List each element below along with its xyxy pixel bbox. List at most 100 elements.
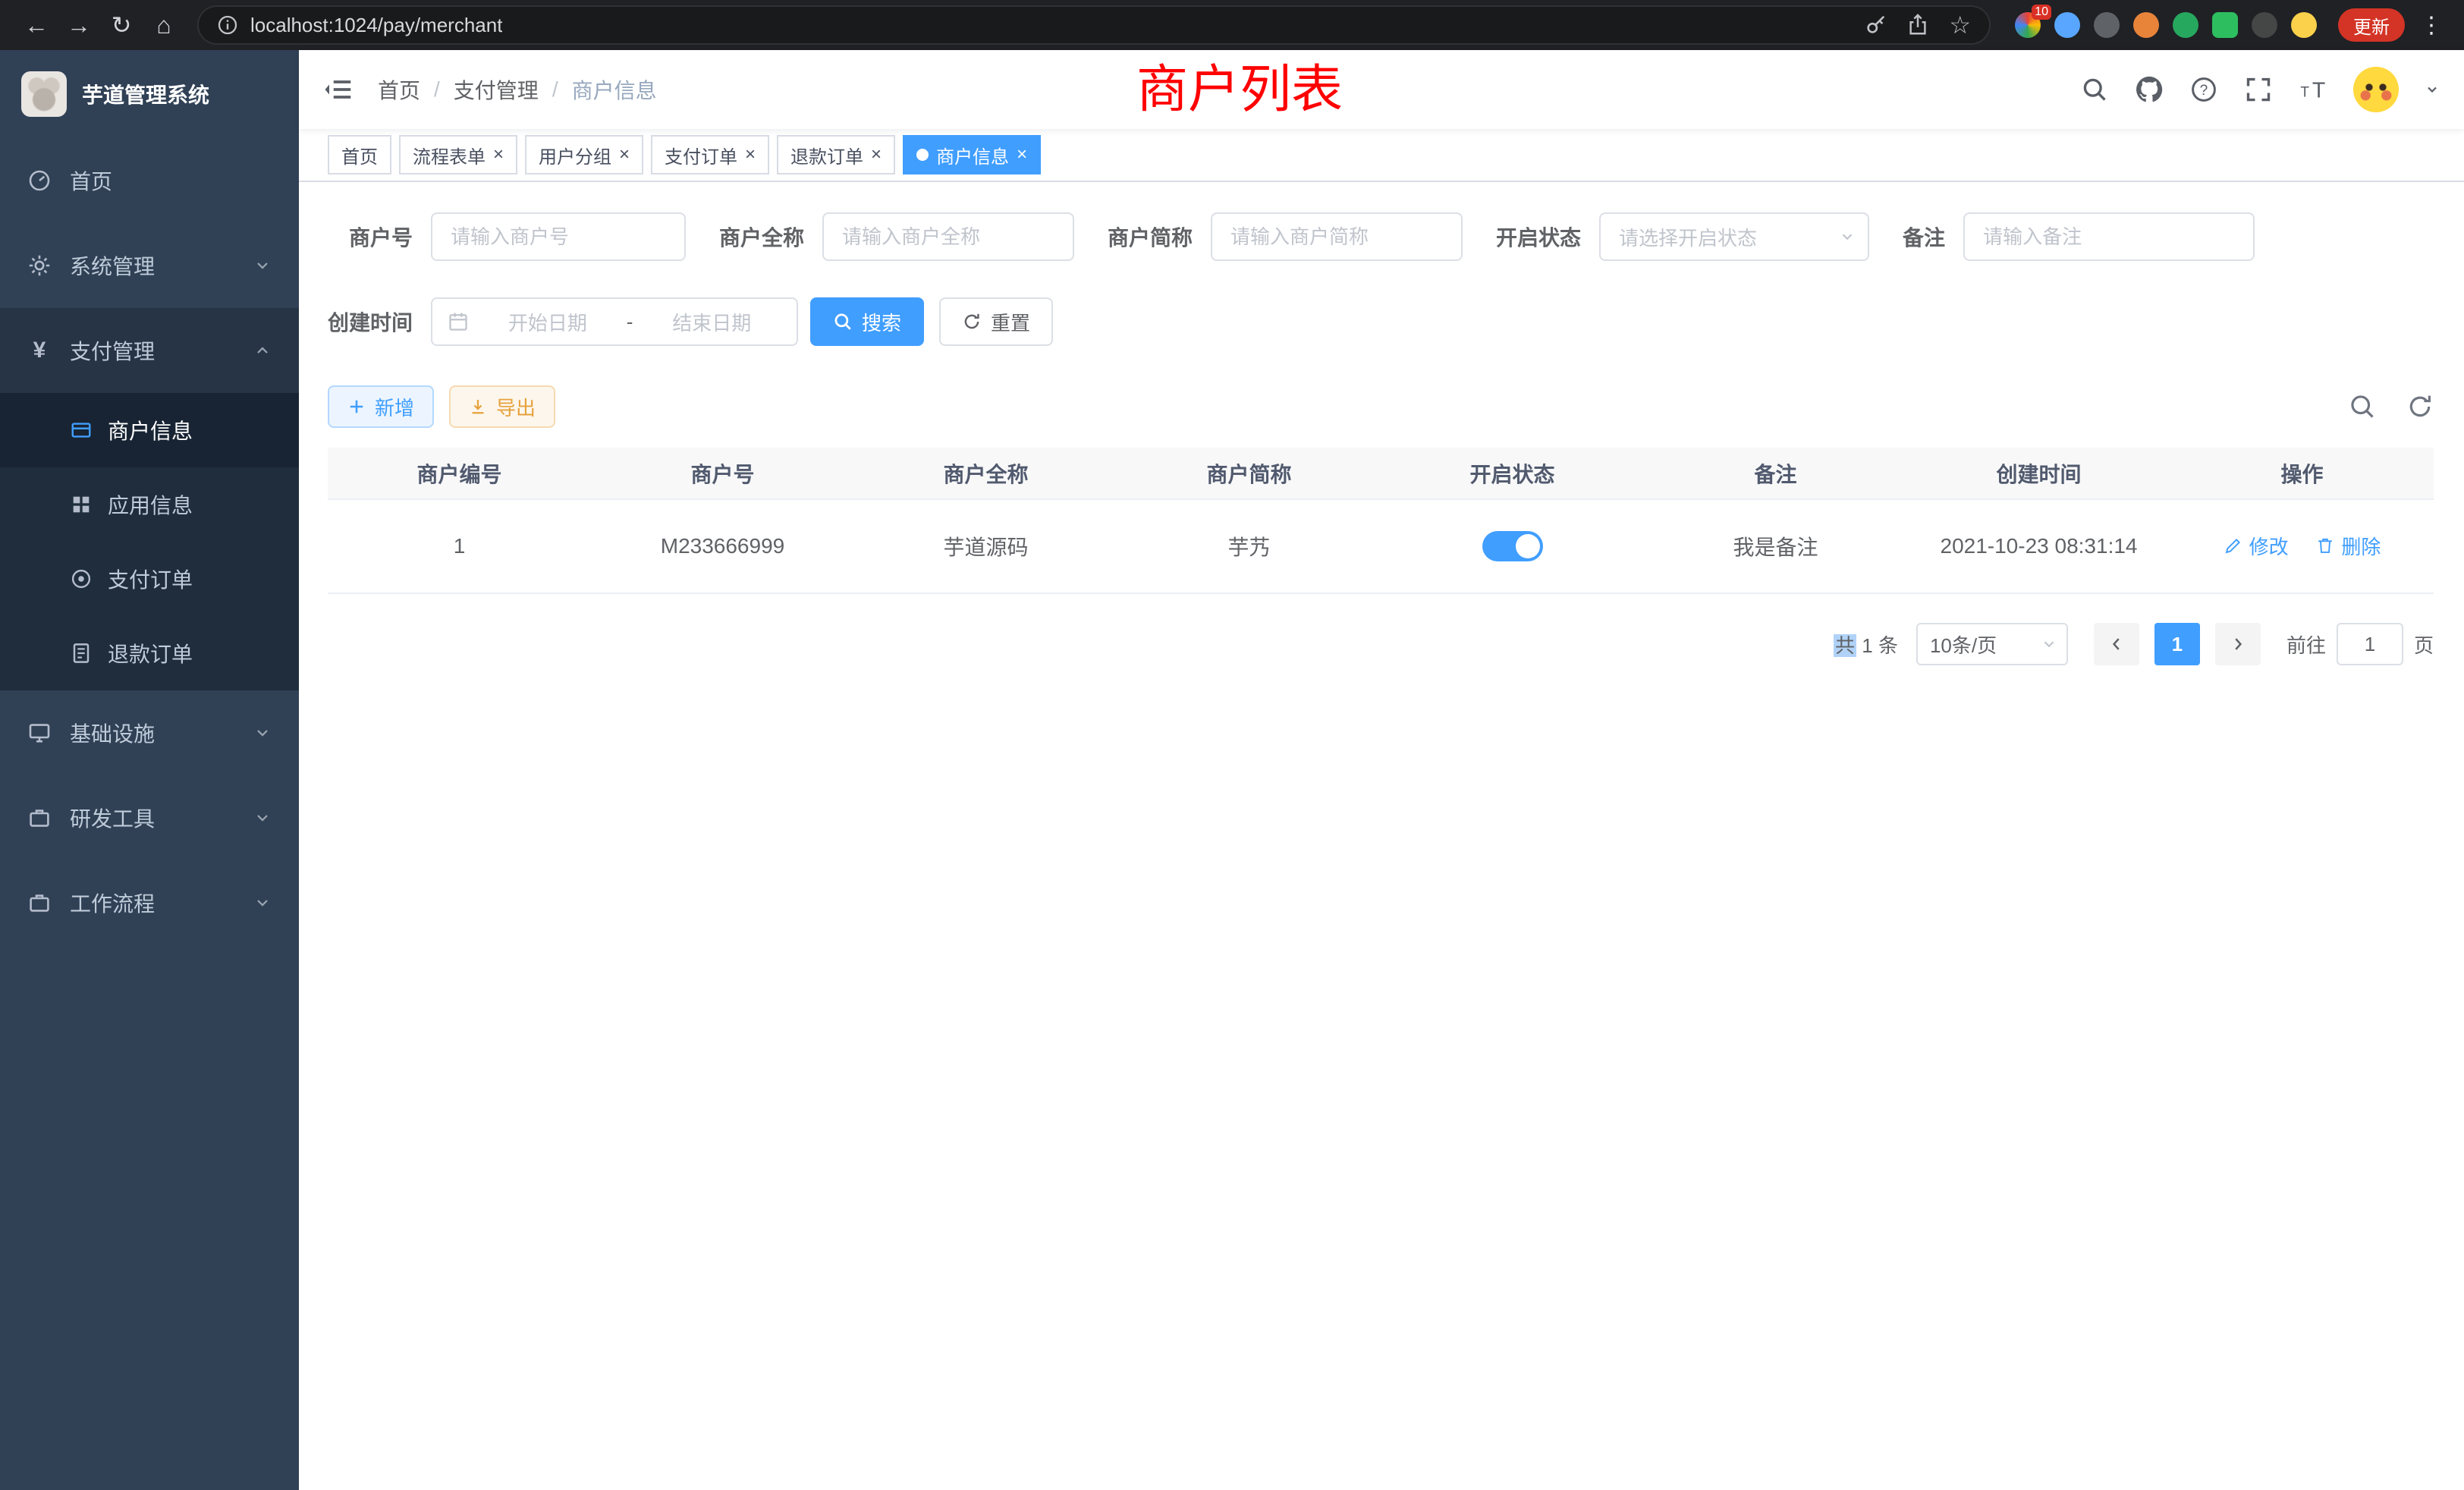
- refresh-icon[interactable]: [2406, 393, 2434, 420]
- close-icon[interactable]: ×: [493, 146, 504, 164]
- page-jumper: 前往 页: [2286, 623, 2434, 665]
- sidebar-item-pay-order[interactable]: 支付订单: [0, 542, 299, 616]
- fullscreen-icon[interactable]: [2244, 75, 2273, 104]
- font-size-icon[interactable]: TT: [2299, 75, 2327, 104]
- tab-home[interactable]: 首页: [328, 135, 391, 174]
- navbar-actions: ? TT: [2080, 67, 2440, 112]
- extension-yellow-icon[interactable]: [2291, 12, 2317, 38]
- tab-user-group[interactable]: 用户分组 ×: [525, 135, 643, 174]
- sidebar-item-devtools[interactable]: 研发工具: [0, 775, 299, 860]
- sidebar-item-label: 基础设施: [70, 718, 155, 748]
- browser-menu-icon[interactable]: ⋮: [2414, 12, 2449, 39]
- sidebar-item-home[interactable]: 首页: [0, 138, 299, 223]
- home-icon[interactable]: ⌂: [143, 4, 185, 46]
- next-page-button[interactable]: [2215, 623, 2261, 665]
- help-icon[interactable]: ?: [2189, 75, 2218, 104]
- sidebar-item-system[interactable]: 系统管理: [0, 223, 299, 308]
- sidebar-item-label: 应用信息: [108, 489, 193, 520]
- merchant-no-input[interactable]: [431, 212, 686, 261]
- table-toolbar: 新增 导出: [328, 385, 2434, 428]
- search-button[interactable]: 搜索: [810, 297, 924, 346]
- search-button-label: 搜索: [862, 308, 901, 336]
- breadcrumb-item[interactable]: 首页: [378, 74, 420, 105]
- extension-colorwheel-icon[interactable]: 10: [2015, 12, 2041, 38]
- breadcrumb-item[interactable]: 支付管理: [454, 74, 539, 105]
- reload-icon[interactable]: ↻: [100, 4, 143, 46]
- avatar-caret-icon[interactable]: [2425, 82, 2440, 97]
- forward-icon[interactable]: →: [58, 4, 100, 46]
- date-range-picker[interactable]: 开始日期 - 结束日期: [431, 297, 798, 346]
- info-icon[interactable]: [217, 14, 238, 36]
- page-number-button[interactable]: 1: [2154, 623, 2200, 665]
- tab-process-form[interactable]: 流程表单×: [399, 135, 517, 174]
- reset-button[interactable]: 重置: [939, 297, 1053, 346]
- sidebar-item-merchant-info[interactable]: 商户信息: [0, 393, 299, 467]
- close-icon[interactable]: ×: [619, 146, 630, 164]
- tab-merchant-info[interactable]: 商户信息 ×: [903, 135, 1041, 174]
- prev-page-button[interactable]: [2094, 623, 2139, 665]
- github-icon[interactable]: [2135, 75, 2164, 104]
- full-name-input[interactable]: [822, 212, 1074, 261]
- share-icon[interactable]: [1906, 14, 1929, 36]
- breadcrumb: 首页 / 支付管理 / 商户信息: [378, 74, 657, 105]
- table-header-row: 商户编号 商户号 商户全称 商户简称 开启状态 备注 创建时间 操作: [328, 448, 2434, 499]
- calendar-icon: [448, 311, 469, 332]
- chrome-update-button[interactable]: 更新: [2338, 8, 2405, 42]
- tab-pay-order[interactable]: 支付订单×: [651, 135, 769, 174]
- field-remark: 备注: [1903, 212, 2255, 261]
- cell-actions: 修改 删除: [2170, 499, 2434, 593]
- add-button-label: 新增: [375, 393, 414, 421]
- export-button[interactable]: 导出: [449, 385, 555, 428]
- short-name-input[interactable]: [1211, 212, 1463, 261]
- back-icon[interactable]: ←: [15, 4, 58, 46]
- field-create-time: 创建时间 开始日期 - 结束日期: [328, 297, 798, 346]
- col-header: 商户简称: [1117, 448, 1381, 499]
- key-icon[interactable]: [1864, 14, 1887, 36]
- hamburger-icon[interactable]: [323, 74, 354, 105]
- sidebar-item-workflow[interactable]: 工作流程: [0, 860, 299, 945]
- page-size-select[interactable]: 10条/页: [1916, 623, 2068, 665]
- tag-label: 用户分组: [539, 142, 611, 168]
- breadcrumb-separator: /: [552, 77, 558, 102]
- sidebar-item-infra[interactable]: 基础设施: [0, 690, 299, 775]
- status-select[interactable]: 请选择开启状态: [1599, 212, 1869, 261]
- bookmark-star-icon[interactable]: ☆: [1949, 11, 1971, 39]
- extension-green-square-icon[interactable]: [2212, 12, 2238, 38]
- sidebar-item-app-info[interactable]: 应用信息: [0, 467, 299, 542]
- close-icon[interactable]: ×: [871, 146, 882, 164]
- extension-orange-icon[interactable]: [2133, 12, 2159, 38]
- user-avatar[interactable]: [2353, 67, 2399, 112]
- close-icon[interactable]: ×: [745, 146, 756, 164]
- credit-card-icon: [70, 419, 93, 442]
- col-header: 商户全称: [854, 448, 1117, 499]
- extension-green-circle-icon[interactable]: [2173, 12, 2198, 38]
- edit-link-label: 修改: [2249, 532, 2289, 560]
- toggle-search-icon[interactable]: [2349, 393, 2376, 420]
- address-bar[interactable]: localhost:1024/pay/merchant ☆: [197, 5, 1991, 45]
- extension-blue-icon[interactable]: [2054, 12, 2080, 38]
- col-header: 创建时间: [1907, 448, 2170, 499]
- sidebar-item-refund-order[interactable]: 退款订单: [0, 616, 299, 690]
- field-label: 商户全称: [719, 222, 804, 252]
- search-form-row2: 创建时间 开始日期 - 结束日期 搜索 重置: [328, 297, 2434, 346]
- delete-link-label: 删除: [2341, 532, 2381, 560]
- extension-gray-icon[interactable]: [2094, 12, 2120, 38]
- app-title: 芋道管理系统: [82, 79, 209, 109]
- add-button[interactable]: 新增: [328, 385, 434, 428]
- sidebar-item-pay[interactable]: ¥ 支付管理: [0, 308, 299, 393]
- goto-page-input[interactable]: [2337, 623, 2403, 665]
- goto-label: 前往: [2286, 630, 2326, 659]
- app-logo[interactable]: 芋道管理系统: [0, 50, 299, 138]
- tag-label: 商户信息: [936, 142, 1009, 168]
- extension-badge: 10: [2032, 5, 2051, 20]
- status-toggle[interactable]: [1482, 531, 1543, 561]
- edit-link[interactable]: 修改: [2224, 532, 2289, 560]
- close-icon[interactable]: ×: [1017, 146, 1027, 164]
- remark-input[interactable]: [1963, 212, 2255, 261]
- field-label: 创建时间: [328, 306, 413, 337]
- sidebar-item-label: 支付管理: [70, 335, 155, 366]
- tab-refund-order[interactable]: 退款订单×: [777, 135, 895, 174]
- search-icon[interactable]: [2080, 75, 2109, 104]
- delete-link[interactable]: 删除: [2315, 532, 2381, 560]
- extension-dark-icon[interactable]: [2252, 12, 2277, 38]
